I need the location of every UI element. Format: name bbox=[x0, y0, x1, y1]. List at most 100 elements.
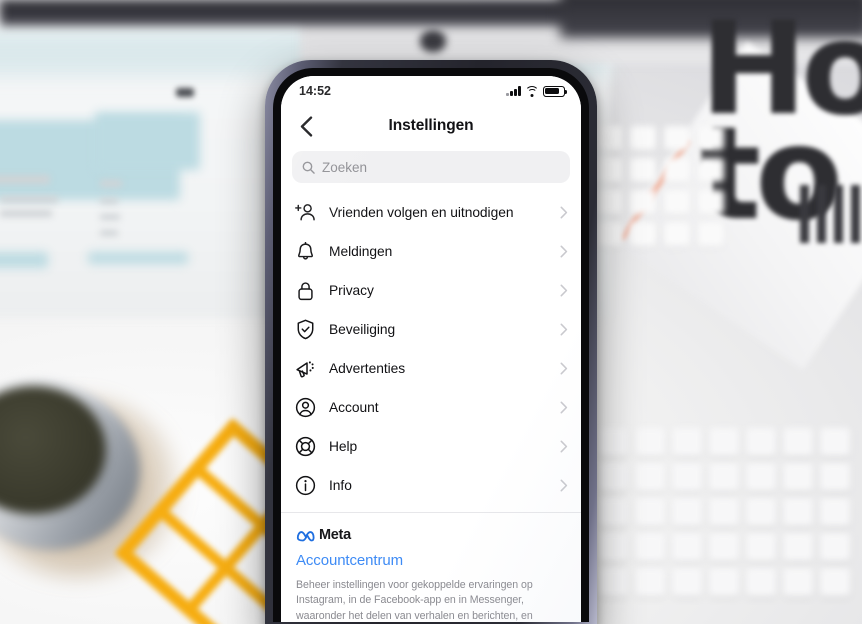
background-keyboard-top bbox=[596, 126, 746, 256]
list-item-meldingen[interactable]: Meldingen bbox=[281, 232, 581, 271]
keyboard-key bbox=[664, 158, 690, 182]
keyboard-key bbox=[635, 498, 665, 526]
poster-stripes bbox=[800, 185, 862, 243]
list-item-privacy[interactable]: Privacy bbox=[281, 271, 581, 310]
keyboard-key bbox=[746, 568, 776, 596]
chevron-right-icon bbox=[560, 401, 568, 414]
keyboard-key bbox=[820, 568, 850, 596]
back-button[interactable] bbox=[289, 109, 323, 143]
keyboard-key bbox=[698, 222, 724, 246]
search-section: Zoeken bbox=[281, 146, 581, 193]
list-item-help[interactable]: Help bbox=[281, 427, 581, 466]
wireframe-block bbox=[0, 252, 48, 268]
keyboard-key bbox=[820, 498, 850, 526]
list-item-label: Beveiliging bbox=[329, 322, 396, 337]
lock-icon bbox=[295, 280, 316, 301]
keyboard-key bbox=[783, 568, 813, 596]
list-item-vrienden[interactable]: Vrienden volgen en uitnodigen bbox=[281, 193, 581, 232]
keyboard-key bbox=[635, 463, 665, 491]
keyboard-key bbox=[596, 158, 622, 182]
list-item-info[interactable]: Info bbox=[281, 466, 581, 505]
keyboard-key bbox=[635, 428, 665, 456]
wifi-icon bbox=[525, 85, 539, 97]
keyboard-key bbox=[746, 463, 776, 491]
navigation-bar: Instellingen bbox=[281, 106, 581, 146]
list-item-label: Privacy bbox=[329, 283, 374, 298]
keyboard-key bbox=[709, 428, 739, 456]
wireframe-line bbox=[0, 175, 50, 184]
keyboard-key bbox=[664, 222, 690, 246]
chevron-left-icon bbox=[300, 115, 312, 137]
status-bar-indicators bbox=[506, 85, 568, 97]
chevron-right-icon bbox=[560, 245, 568, 258]
account-center-link[interactable]: Accountcentrum bbox=[296, 552, 566, 569]
meta-description: Beheer instellingen voor gekoppelde erva… bbox=[296, 579, 533, 622]
keyboard-key bbox=[630, 190, 656, 214]
phone-bezel: 14:52 Instellingen Zoeken Vrienden volge… bbox=[273, 68, 589, 622]
search-input[interactable]: Zoeken bbox=[292, 151, 570, 183]
keyboard-key bbox=[596, 190, 622, 214]
list-item-account[interactable]: Account bbox=[281, 388, 581, 427]
list-item-label: Vrienden volgen en uitnodigen bbox=[329, 205, 514, 220]
list-item-label: Help bbox=[329, 439, 358, 454]
phone-screen: 14:52 Instellingen Zoeken Vrienden volge… bbox=[281, 76, 581, 622]
keyboard-key bbox=[746, 533, 776, 561]
apple-logo-icon bbox=[420, 30, 446, 52]
meta-account-center-section: Meta Accountcentrum Beheer instellingen … bbox=[281, 513, 581, 622]
list-item-label: Advertenties bbox=[329, 361, 406, 376]
wireframe-line bbox=[0, 210, 52, 217]
wireframe-block bbox=[95, 112, 200, 170]
chevron-right-icon bbox=[560, 362, 568, 375]
meta-logo-row: Meta bbox=[296, 527, 566, 543]
settings-list: Vrienden volgen en uitnodigen Meldingen … bbox=[281, 193, 581, 507]
keyboard-key bbox=[783, 428, 813, 456]
add-person-icon bbox=[295, 202, 316, 223]
list-item-beveiliging[interactable]: Beveiliging bbox=[281, 310, 581, 349]
battery-icon bbox=[543, 85, 568, 97]
chevron-right-icon bbox=[560, 206, 568, 219]
keyboard-key bbox=[635, 568, 665, 596]
cellular-signal-icon bbox=[506, 86, 521, 96]
keyboard-key bbox=[598, 463, 628, 491]
search-placeholder: Zoeken bbox=[322, 159, 368, 175]
list-item-label: Account bbox=[329, 400, 379, 415]
status-bar-time: 14:52 bbox=[299, 84, 331, 98]
keyboard-key bbox=[672, 533, 702, 561]
wireframe-line bbox=[0, 196, 58, 203]
meta-infinity-icon bbox=[296, 530, 315, 541]
background-keyboard bbox=[598, 428, 862, 624]
keyboard-key bbox=[672, 428, 702, 456]
keyboard-key bbox=[596, 222, 622, 246]
info-circle-icon bbox=[295, 475, 316, 496]
keyboard-key bbox=[664, 190, 690, 214]
keyboard-key bbox=[635, 533, 665, 561]
keyboard-key bbox=[783, 533, 813, 561]
account-circle-icon bbox=[295, 397, 316, 418]
shield-check-icon bbox=[295, 319, 316, 340]
keyboard-key bbox=[598, 498, 628, 526]
status-bar: 14:52 bbox=[281, 76, 581, 106]
keyboard-key bbox=[709, 568, 739, 596]
keyboard-key bbox=[783, 463, 813, 491]
keyboard-key bbox=[783, 498, 813, 526]
wireframe-tag bbox=[176, 88, 194, 97]
keyboard-key bbox=[598, 533, 628, 561]
keyboard-key bbox=[709, 498, 739, 526]
keyboard-key bbox=[746, 428, 776, 456]
chevron-right-icon bbox=[560, 479, 568, 492]
list-item-label: Meldingen bbox=[329, 244, 393, 259]
page-title: Instellingen bbox=[388, 117, 474, 134]
chevron-right-icon bbox=[560, 440, 568, 453]
lifebuoy-icon bbox=[295, 436, 316, 457]
list-item-advertenties[interactable]: Advertenties bbox=[281, 349, 581, 388]
wireframe-block bbox=[88, 252, 188, 264]
smartphone-device: 14:52 Instellingen Zoeken Vrienden volge… bbox=[265, 60, 597, 624]
keyboard-key bbox=[709, 463, 739, 491]
keyboard-key bbox=[820, 463, 850, 491]
wireframe-line bbox=[100, 198, 118, 204]
wireframe-line bbox=[100, 230, 118, 236]
keyboard-key bbox=[598, 568, 628, 596]
keyboard-key bbox=[630, 222, 656, 246]
keyboard-key bbox=[820, 428, 850, 456]
bell-icon bbox=[295, 241, 316, 262]
